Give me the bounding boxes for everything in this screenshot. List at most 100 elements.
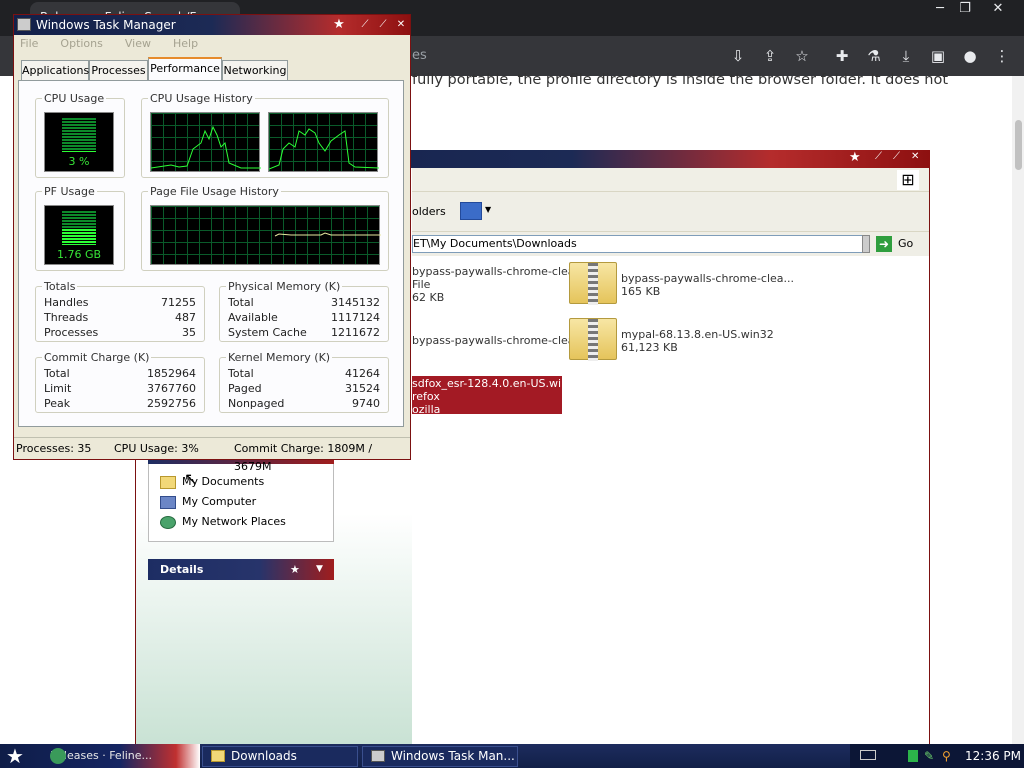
physical-cache-value: 1211672 bbox=[331, 326, 380, 339]
chevron-down-icon[interactable]: ▼ bbox=[485, 205, 491, 214]
sidepanel-icon[interactable]: ▣ bbox=[926, 44, 950, 68]
cpu-tray-icon[interactable] bbox=[908, 750, 918, 762]
tab-performance[interactable]: Performance bbox=[148, 57, 222, 80]
file-size: 62 KB bbox=[412, 291, 445, 304]
close-button[interactable]: ✕ bbox=[392, 16, 410, 33]
commit-peak-value: 2592756 bbox=[147, 397, 196, 410]
scrollbar-thumb[interactable] bbox=[1015, 120, 1022, 170]
search-tray-icon[interactable]: ⚲ bbox=[942, 744, 951, 768]
pf-history-label: Page File Usage History bbox=[148, 185, 281, 198]
task-manager-icon bbox=[17, 18, 31, 31]
file-name[interactable]: bypass-paywalls-chrome-clea... bbox=[621, 272, 794, 285]
network-tray-icon[interactable]: ✎ bbox=[924, 744, 934, 768]
kernel-total-value: 41264 bbox=[345, 367, 380, 380]
tab-networking[interactable]: Networking bbox=[222, 60, 288, 80]
file-name: sdfox_esr-128.4.0.en-US.wi... bbox=[412, 377, 562, 390]
cpu-history-group: CPU Usage History bbox=[141, 92, 389, 178]
go-button[interactable]: Go bbox=[898, 237, 913, 250]
mouse-cursor-icon: ↖ bbox=[184, 469, 198, 488]
share-icon[interactable]: ⇪ bbox=[758, 44, 782, 68]
task-manager-titlebar[interactable]: Windows Task Manager bbox=[14, 15, 410, 35]
file-name[interactable]: bypass-paywalls-chrome-clea... bbox=[412, 334, 585, 347]
commit-charge-group: Commit Charge (K) Total 1852964 Limit 37… bbox=[35, 351, 205, 413]
totals-handles-value: 71255 bbox=[161, 296, 196, 309]
zipper-icon bbox=[588, 263, 598, 305]
cpu-usage-value: 3 % bbox=[68, 155, 90, 168]
start-star-icon[interactable]: ★ bbox=[6, 744, 24, 768]
taskbar-task-taskmanager[interactable]: Windows Task Man... bbox=[362, 746, 518, 767]
lab-icon[interactable]: ⚗ bbox=[862, 44, 886, 68]
tab-applications[interactable]: Applications bbox=[21, 60, 89, 80]
status-processes: Processes: 35 bbox=[16, 442, 92, 455]
selected-file[interactable]: sdfox_esr-128.4.0.en-US.wi... refox ozil… bbox=[412, 376, 562, 414]
explorer-menubar bbox=[412, 168, 929, 192]
zip-folder-icon[interactable] bbox=[569, 318, 617, 361]
status-cpu: CPU Usage: 3% bbox=[114, 442, 199, 455]
go-arrow-icon[interactable]: ➜ bbox=[876, 236, 892, 252]
commit-limit-value: 3767760 bbox=[147, 382, 196, 395]
network-icon bbox=[160, 515, 176, 529]
physical-available-label: Available bbox=[228, 311, 278, 324]
details-header[interactable]: Details ★ ▼ bbox=[148, 559, 334, 580]
install-icon[interactable]: ⇩ bbox=[726, 44, 750, 68]
pf-history-group: Page File Usage History bbox=[141, 185, 389, 271]
pf-meter-fill bbox=[62, 229, 96, 245]
file-company: ozilla bbox=[412, 403, 441, 414]
minimize-button[interactable]: ⟋ bbox=[356, 16, 374, 33]
kernel-paged-value: 31524 bbox=[345, 382, 380, 395]
chevron-down-icon: ▼ bbox=[316, 564, 323, 574]
address-dropdown[interactable] bbox=[862, 235, 870, 253]
menu-options[interactable]: Options bbox=[60, 37, 102, 50]
menu-icon[interactable]: ⋮ bbox=[990, 44, 1014, 68]
taskbar-task-downloads[interactable]: Downloads bbox=[202, 746, 358, 767]
profile-icon[interactable]: ● bbox=[958, 44, 982, 68]
place-label: My Network Places bbox=[182, 515, 286, 528]
task-manager-icon bbox=[371, 750, 385, 762]
menu-help[interactable]: Help bbox=[173, 37, 198, 50]
explorer-address-input[interactable]: ET\My Documents\Downloads bbox=[412, 235, 867, 253]
place-my-computer[interactable]: My Computer bbox=[160, 493, 256, 511]
physical-available-value: 1117124 bbox=[331, 311, 380, 324]
task-label: Windows Task Man... bbox=[391, 749, 515, 763]
windows-logo-icon: ⊞ bbox=[897, 170, 919, 190]
extensions-icon[interactable]: ✚ bbox=[830, 44, 854, 68]
menu-file[interactable]: File bbox=[20, 37, 38, 50]
file-name[interactable]: mypal-68.13.8.en-US.win32 bbox=[621, 328, 774, 341]
cpu-usage-group: CPU Usage 3 % bbox=[35, 92, 125, 178]
pf-history-line bbox=[274, 232, 381, 237]
tab-processes[interactable]: Processes bbox=[89, 60, 148, 80]
cpu-history-label: CPU Usage History bbox=[148, 92, 255, 105]
address-bar[interactable]: es bbox=[400, 42, 720, 70]
file-name[interactable]: bypass-paywalls-chrome-clea... bbox=[412, 265, 585, 278]
performance-panel: CPU Usage 3 % CPU Usage History PF Usage… bbox=[18, 80, 404, 427]
menu-view[interactable]: View bbox=[125, 37, 151, 50]
views-icon[interactable] bbox=[460, 202, 482, 220]
commit-total-value: 1852964 bbox=[147, 367, 196, 380]
kernel-nonpaged-value: 9740 bbox=[352, 397, 380, 410]
cpu-meter-bars bbox=[62, 118, 96, 152]
maximize-button[interactable]: ❐ bbox=[950, 0, 980, 18]
keyboard-icon[interactable] bbox=[860, 750, 876, 760]
scrollbar[interactable] bbox=[1012, 76, 1024, 744]
physical-total-label: Total bbox=[228, 296, 254, 309]
commit-limit-label: Limit bbox=[44, 382, 72, 395]
close-icon: ✕ bbox=[911, 151, 920, 162]
details-label: Details bbox=[160, 563, 204, 576]
close-button[interactable]: ✕ bbox=[983, 0, 1013, 18]
status-commit: Commit Charge: 1809M / 3679M bbox=[234, 442, 373, 473]
taskbar-task-browser[interactable]: Releases · Feline... bbox=[0, 744, 200, 768]
download-icon[interactable]: ⤓ bbox=[894, 44, 918, 68]
maximize-button[interactable]: ⟋ bbox=[374, 16, 392, 33]
star-icon[interactable]: ☆ bbox=[790, 44, 814, 68]
zip-folder-icon[interactable] bbox=[569, 262, 617, 305]
pf-usage-meter: 1.76 GB bbox=[44, 205, 114, 265]
explorer-toolbar: olders ▼ bbox=[412, 192, 929, 232]
cpu-usage-meter: 3 % bbox=[44, 112, 114, 172]
place-my-network[interactable]: My Network Places bbox=[160, 513, 286, 531]
pf-history-graph bbox=[150, 205, 381, 265]
folders-button[interactable]: olders bbox=[412, 205, 446, 218]
cpu-meter-fill bbox=[62, 151, 96, 152]
maximize-icon: ⟋ bbox=[893, 151, 900, 162]
kernel-memory-label: Kernel Memory (K) bbox=[226, 351, 333, 364]
kernel-total-label: Total bbox=[228, 367, 254, 380]
